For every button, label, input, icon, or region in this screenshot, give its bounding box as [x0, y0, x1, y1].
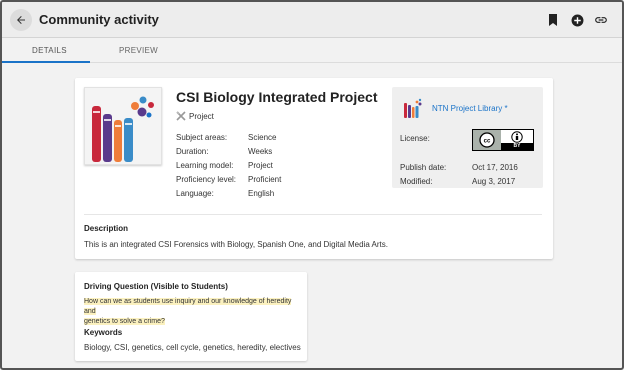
resource-meta: Subject areas: Science Duration: Weeks Lea… [176, 130, 281, 200]
driving-question-card: Driving Question (Visible to Students) H… [75, 272, 307, 361]
meta-key: Proficiency level: [176, 174, 237, 184]
back-button[interactable] [10, 9, 32, 31]
description-heading: Description [84, 224, 129, 233]
driving-question-line: How can we as students use inquiry and o… [84, 298, 292, 315]
app-frame: Community activity DETAILS PREVIEW CSI B… [0, 0, 624, 370]
tab-preview[interactable]: PREVIEW [119, 46, 158, 55]
meta-row: Learning model: Project [176, 158, 281, 172]
modified-row: Modified: Aug 3, 2017 [400, 174, 518, 188]
modified-label: Modified: [400, 176, 433, 186]
cc-by-label: BY [501, 143, 533, 150]
keywords-heading: Keywords [84, 328, 123, 337]
cc-logo-icon: cc [479, 132, 495, 148]
attribution-person-icon [511, 131, 523, 143]
meta-row: Subject areas: Science [176, 130, 281, 144]
driving-question-heading: Driving Question (Visible to Students) [84, 282, 228, 291]
project-tools-icon [176, 111, 186, 121]
library-info-box: NTN Project Library * License: Publish d… [392, 87, 543, 188]
resource-cover-image [84, 87, 162, 165]
keywords-text: Biology, CSI, genetics, cell cycle, gene… [84, 343, 301, 352]
license-label: License: [400, 134, 430, 143]
meta-row: Language: English [176, 186, 281, 200]
meta-key: Language: [176, 188, 214, 198]
meta-row: Duration: Weeks [176, 144, 281, 158]
cc-license-badge[interactable]: cc BY [472, 129, 534, 151]
library-thumbnail [402, 97, 424, 119]
active-tab-indicator [2, 61, 90, 63]
modified-value: Aug 3, 2017 [472, 176, 516, 186]
bookmark-icon[interactable] [546, 13, 560, 27]
meta-value: Project [248, 160, 273, 170]
driving-question-text: How can we as students use inquiry and o… [84, 297, 296, 327]
section-divider [84, 214, 542, 215]
resource-type: Project [176, 111, 214, 121]
resource-title: CSI Biology Integrated Project [176, 89, 378, 105]
publish-row: Publish date: Oct 17, 2016 [400, 160, 518, 174]
link-icon[interactable] [594, 13, 608, 27]
svg-text:cc: cc [484, 139, 491, 145]
tab-bar: DETAILS PREVIEW [2, 39, 622, 63]
library-link[interactable]: NTN Project Library * [432, 104, 508, 113]
publish-label: Publish date: [400, 162, 447, 172]
description-text: This is an integrated CSI Forensics with… [84, 240, 388, 249]
meta-value: English [248, 188, 275, 198]
meta-key: Subject areas: [176, 132, 228, 142]
tab-details[interactable]: DETAILS [32, 46, 67, 55]
meta-value: Science [248, 132, 277, 142]
meta-key: Learning model: [176, 160, 234, 170]
meta-key: Duration: [176, 146, 209, 156]
page-title: Community activity [39, 12, 159, 27]
meta-row: Proficiency level: Proficient [176, 172, 281, 186]
add-circle-icon[interactable] [570, 13, 584, 27]
top-actions [546, 13, 608, 27]
top-bar: Community activity [2, 2, 622, 38]
driving-question-line: genetics to solve a crime? [84, 318, 165, 325]
resource-type-label: Project [189, 111, 214, 121]
meta-value: Proficient [248, 174, 282, 184]
resource-card: CSI Biology Integrated Project Project S… [75, 78, 553, 259]
back-arrow-icon [17, 16, 25, 24]
meta-value: Weeks [248, 146, 273, 156]
publish-value: Oct 17, 2016 [472, 162, 518, 172]
